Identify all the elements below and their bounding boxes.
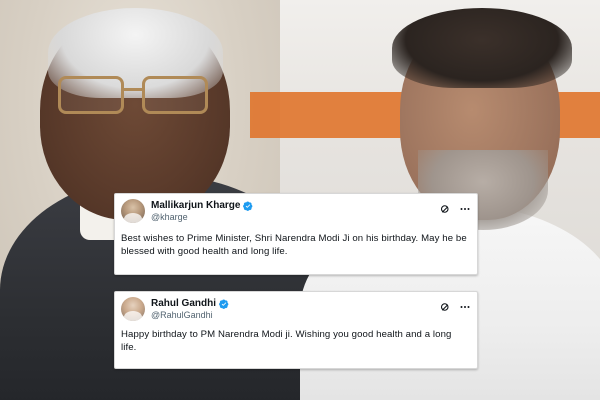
tweet-actions [439,300,471,314]
avatar[interactable] [121,199,145,223]
glasses-bridge [121,88,142,91]
tweet-author-name[interactable]: Mallikarjun Kharge [151,200,240,212]
tweet-text: Happy birthday to PM Narendra Modi ji. W… [121,329,452,353]
more-icon[interactable] [459,203,471,215]
tweet-text: Best wishes to Prime Minister, Shri Nare… [121,233,467,257]
photo-glasses [58,76,208,114]
tweet-author-handle[interactable]: @RahulGandhi [151,310,213,321]
verified-badge-icon [243,201,253,211]
tweet-author-name[interactable]: Rahul Gandhi [151,298,216,310]
name-row: Rahul Gandhi [151,297,229,311]
glasses-lens-right [142,76,208,114]
grok-icon[interactable] [439,301,451,313]
tweet-header: Mallikarjun Kharge @kharge [121,199,471,227]
more-icon[interactable] [459,301,471,313]
tweet-card-kharge[interactable]: Mallikarjun Kharge @kharge Best wishes t… [114,193,478,275]
screenshot-canvas: Mallikarjun Kharge @kharge Best wishes t… [0,0,600,400]
tweet-header: Rahul Gandhi @RahulGandhi [121,297,471,325]
tweet-card-rahul[interactable]: Rahul Gandhi @RahulGandhi Happy birthday… [114,291,478,369]
verified-badge-icon [219,299,229,309]
name-row: Mallikarjun Kharge [151,199,253,213]
avatar[interactable] [121,297,145,321]
tweet-author-handle[interactable]: @kharge [151,212,188,223]
tweet-actions [439,202,471,216]
grok-icon[interactable] [439,203,451,215]
glasses-lens-left [58,76,124,114]
photo-person-right-hair [392,8,572,88]
